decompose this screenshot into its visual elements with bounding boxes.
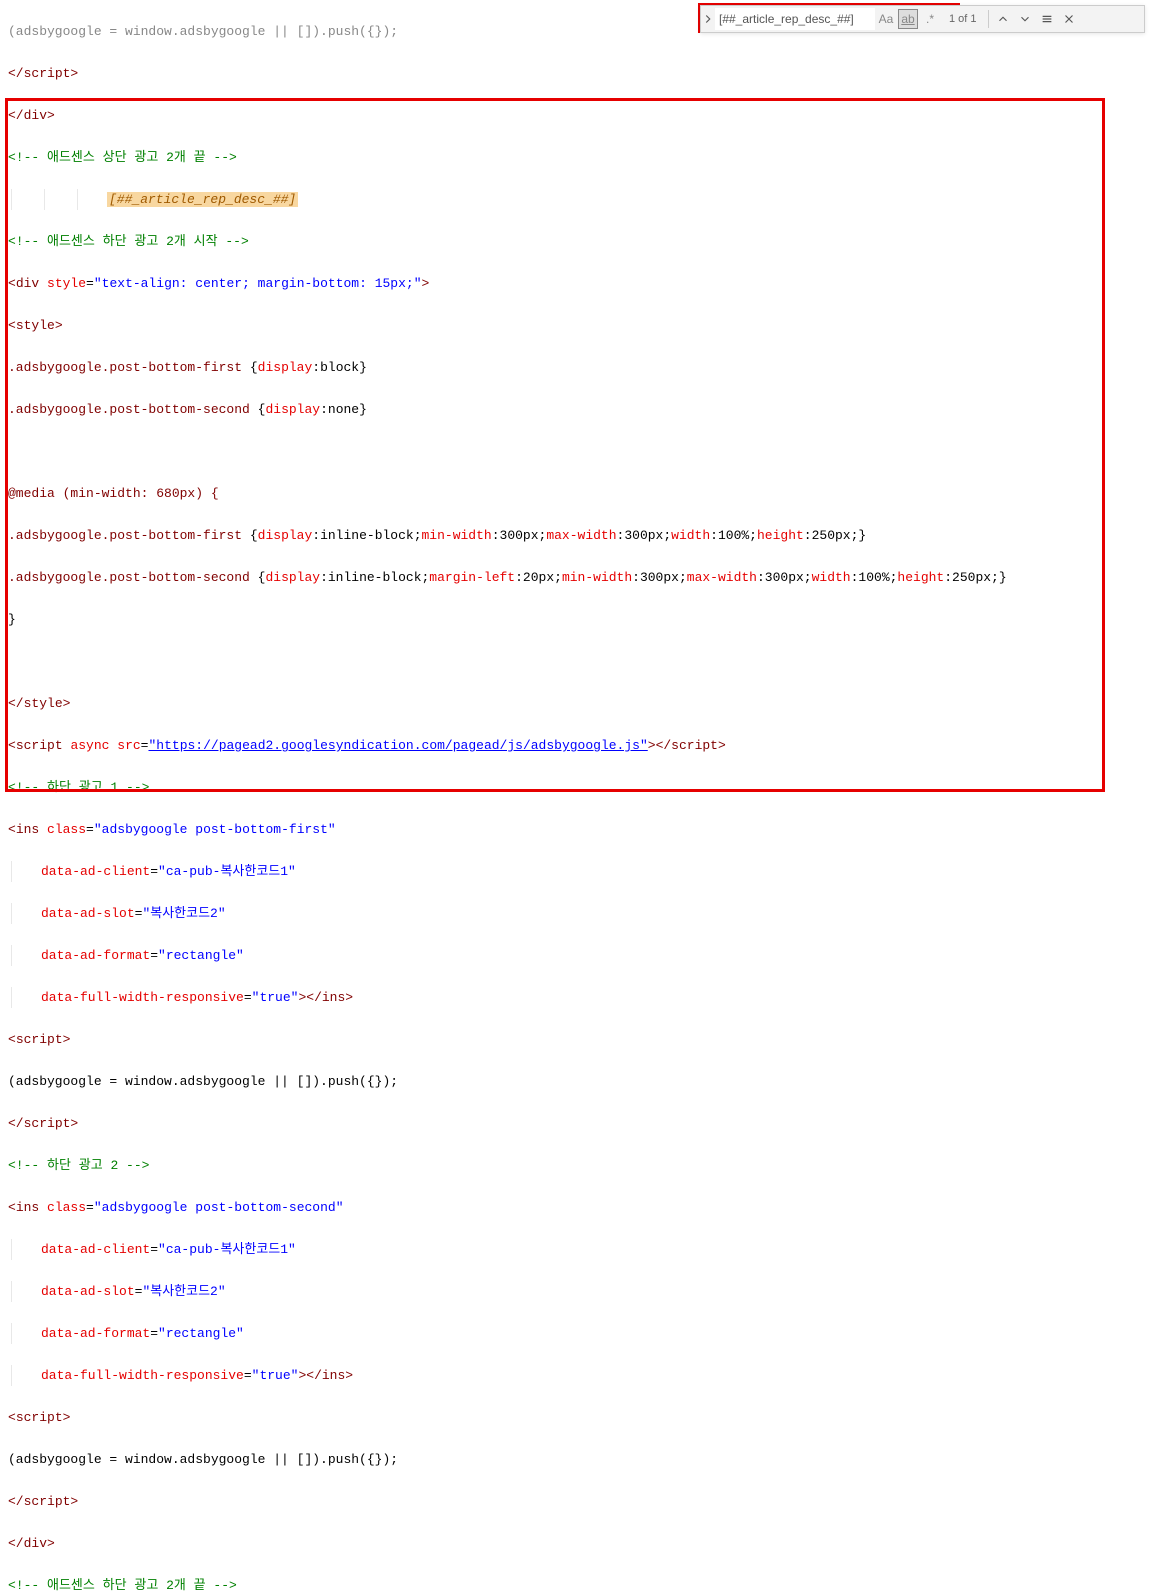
code-text: .adsbygoogle.post-bottom-first — [8, 360, 242, 375]
code-text: data-ad-format — [41, 1326, 150, 1341]
code-text: "ca-pub-복사한코드1" — [158, 864, 296, 879]
code-text: (adsbygoogle = window.adsbygoogle || [])… — [8, 1074, 398, 1089]
regex-toggle[interactable]: .* — [920, 9, 940, 29]
code-text: "text-align: center; margin-bottom: 15px… — [94, 276, 422, 291]
code-text: display — [265, 402, 320, 417]
code-text: script — [24, 1494, 71, 1509]
code-text: "복사한코드2" — [142, 906, 225, 921]
code-text: "rectangle" — [158, 948, 244, 963]
code-comment: <!-- 하단 광고 2 --> — [8, 1158, 149, 1173]
code-text: script — [16, 1032, 63, 1047]
code-editor[interactable]: (adsbygoogle = window.adsbygoogle || [])… — [0, 0, 1167, 1594]
match-whole-word-toggle[interactable]: ab — [898, 9, 918, 29]
find-input[interactable] — [715, 8, 875, 30]
code-text: } — [8, 612, 16, 627]
code-text: style — [24, 696, 63, 711]
code-text: .adsbygoogle.post-bottom-second — [8, 402, 250, 417]
find-widget: Aa ab .* 1 of 1 — [700, 5, 1145, 33]
code-text: .adsbygoogle.post-bottom-first — [8, 528, 242, 543]
code-comment: <!-- 애드센스 하단 광고 2개 끝 --> — [8, 1578, 237, 1593]
code-text: script — [671, 738, 718, 753]
find-selection-toggle[interactable] — [1036, 8, 1058, 30]
code-text: .adsbygoogle.post-bottom-second — [8, 570, 250, 585]
code-text: @media (min-width: 680px) { — [8, 486, 219, 501]
code-text: script — [24, 66, 71, 81]
code-text: data-full-width-responsive — [41, 1368, 244, 1383]
match-case-toggle[interactable]: Aa — [876, 9, 896, 29]
code-text: class — [47, 1200, 86, 1215]
code-text: data-full-width-responsive — [41, 990, 244, 1005]
code-text: data-ad-client — [41, 864, 150, 879]
code-text: div — [16, 276, 39, 291]
find-previous-button[interactable] — [992, 8, 1014, 30]
code-text: "adsbygoogle post-bottom-second" — [94, 1200, 344, 1215]
code-text: data-ad-format — [41, 948, 150, 963]
code-comment: <!-- 애드센스 상단 광고 2개 끝 --> — [8, 150, 237, 165]
code-text: data-ad-slot — [41, 1284, 135, 1299]
code-comment: <!-- 하단 광고 1 --> — [8, 780, 149, 795]
code-text: "ca-pub-복사한코드1" — [158, 1242, 296, 1257]
code-text: src — [117, 738, 140, 753]
code-text: data-ad-client — [41, 1242, 150, 1257]
code-text: div — [24, 1536, 47, 1551]
code-text: ins — [16, 822, 39, 837]
code-text: style — [16, 318, 55, 333]
code-text: div — [24, 108, 47, 123]
code-text: block — [320, 360, 359, 375]
search-match-highlight: [##_article_rep_desc_##] — [107, 192, 298, 207]
code-text: ins — [322, 1368, 345, 1383]
code-text: script — [16, 738, 63, 753]
code-text: "true" — [252, 1368, 299, 1383]
code-text: class — [47, 822, 86, 837]
code-comment: <!-- 애드센스 하단 광고 2개 시작 --> — [8, 234, 249, 249]
code-text: display — [258, 360, 313, 375]
code-text: (adsbygoogle = window.adsbygoogle || [])… — [8, 24, 398, 39]
code-text: data-ad-slot — [41, 906, 135, 921]
code-text: ins — [16, 1200, 39, 1215]
code-text: "https://pagead2.googlesyndication.com/p… — [148, 738, 647, 753]
code-text: "adsbygoogle post-bottom-first" — [94, 822, 336, 837]
code-text: script — [16, 1410, 63, 1425]
code-text: style — [47, 276, 86, 291]
code-text: "rectangle" — [158, 1326, 244, 1341]
find-expand-toggle[interactable] — [701, 6, 715, 32]
code-text: "복사한코드2" — [142, 1284, 225, 1299]
code-text: ins — [322, 990, 345, 1005]
code-text: "true" — [252, 990, 299, 1005]
code-text: script — [24, 1116, 71, 1131]
code-text: async — [70, 738, 109, 753]
find-close-button[interactable] — [1058, 8, 1080, 30]
code-text: (adsbygoogle = window.adsbygoogle || [])… — [8, 1452, 398, 1467]
code-text: none — [328, 402, 359, 417]
find-result-count: 1 of 1 — [949, 13, 977, 25]
find-next-button[interactable] — [1014, 8, 1036, 30]
